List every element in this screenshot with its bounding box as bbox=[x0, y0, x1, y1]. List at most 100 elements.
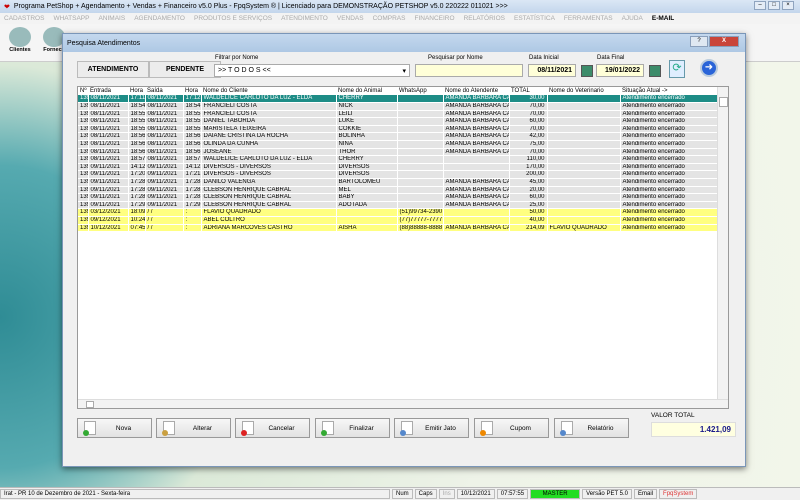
table-row[interactable]: 1394508/11/202118:5508/11/202118:55MARIS… bbox=[78, 125, 719, 134]
minimize-button[interactable]: – bbox=[754, 1, 766, 10]
relat-rio-button[interactable]: Relatório bbox=[554, 418, 629, 438]
horizontal-scrollbar[interactable] bbox=[78, 399, 728, 408]
menu-item[interactable]: VENDAS bbox=[337, 15, 364, 22]
table-cell: Atendimento encerrado bbox=[620, 125, 719, 134]
tab-pendente[interactable]: PENDENTE bbox=[149, 61, 221, 78]
table-cell bbox=[397, 132, 444, 142]
menu-item[interactable]: AGENDAMENTO bbox=[134, 15, 185, 22]
table-cell: 09/11/2021 bbox=[88, 186, 129, 195]
filter-select[interactable]: >> T O D O S << ▾ bbox=[214, 64, 410, 77]
table-cell: 09/11/2021 bbox=[145, 170, 184, 180]
table-cell bbox=[443, 155, 510, 164]
date-end-field[interactable]: 19/01/2022 bbox=[596, 64, 644, 77]
date-start-field[interactable]: 08/11/2021 bbox=[528, 64, 576, 77]
vertical-scrollbar[interactable] bbox=[717, 87, 728, 400]
menu-item[interactable]: FINANCEIRO bbox=[414, 15, 454, 22]
table-cell: 13955 bbox=[78, 193, 89, 202]
nova-button[interactable]: Nova bbox=[77, 418, 152, 438]
tab-atendimento[interactable]: ATENDIMENTO bbox=[77, 61, 149, 78]
menu-item[interactable]: AJUDA bbox=[622, 15, 643, 22]
maximize-button[interactable]: □ bbox=[768, 1, 780, 10]
total-label: VALOR TOTAL bbox=[651, 412, 695, 419]
refresh-icon[interactable]: ⟳ bbox=[669, 60, 685, 78]
table-row[interactable]: 1395109/11/202114:1209/11/202114:12DIVER… bbox=[78, 163, 719, 172]
table-row[interactable]: 1394708/11/202118:5608/11/202118:56OLIND… bbox=[78, 140, 719, 149]
dialog-close-button[interactable]: X bbox=[709, 36, 739, 47]
column-header[interactable]: Hora bbox=[183, 87, 201, 95]
email-button[interactable]: Email bbox=[634, 489, 658, 499]
column-header[interactable]: Entrada bbox=[88, 87, 128, 95]
column-header[interactable]: Hora bbox=[128, 87, 145, 95]
column-header[interactable]: Saída bbox=[145, 87, 183, 95]
help-button[interactable]: ? bbox=[690, 36, 708, 47]
table-cell bbox=[397, 95, 444, 104]
column-header[interactable]: Nome do Veterinario bbox=[547, 87, 620, 95]
table-cell bbox=[397, 140, 444, 149]
emitir-jato-button[interactable]: Emitir Jato bbox=[394, 418, 469, 438]
table-cell: 18:09 bbox=[128, 208, 146, 217]
column-header[interactable]: Nome do Cliente bbox=[201, 87, 336, 95]
menu-item[interactable]: PRODUTOS E SERVIÇOS bbox=[194, 15, 272, 22]
toolbar-clientes-button[interactable]: Clientes bbox=[6, 27, 34, 57]
table-row[interactable]: 1394308/11/202118:5508/11/202118:55FRANC… bbox=[78, 110, 719, 119]
menu-item[interactable]: CADASTROS bbox=[4, 15, 44, 22]
table-cell: AMANDA BARBARA CA bbox=[443, 178, 510, 187]
arrow-right-icon[interactable]: ➜ bbox=[700, 59, 718, 77]
table-cell bbox=[547, 201, 621, 210]
table-row[interactable]: 1394908/11/202118:5708/11/202118:57WALDE… bbox=[78, 155, 719, 164]
table-row[interactable]: 1395809/12/202110:24 / /:ABEL COLTRO (77)… bbox=[78, 216, 719, 225]
table-row[interactable]: 1395209/11/202117:2009/11/202117:21DIVER… bbox=[78, 170, 719, 180]
table-row[interactable]: 1395609/11/202117:2909/11/202117:29CLEBS… bbox=[78, 201, 719, 210]
menu-item[interactable]: RELATÓRIOS bbox=[464, 15, 505, 22]
document-icon bbox=[241, 421, 254, 436]
table-cell: 09/11/2021 bbox=[88, 170, 129, 180]
menu-item[interactable]: E-MAIL bbox=[652, 15, 674, 22]
table-cell: BOLINHA bbox=[336, 132, 398, 142]
column-header[interactable]: Nome do Animal bbox=[336, 87, 397, 95]
dialog-title-bar: Pesquisa Atendimentos ? X bbox=[63, 34, 745, 52]
table-row[interactable]: 1395509/11/202117:2809/11/202117:28CLEBS… bbox=[78, 193, 719, 202]
table-cell: 13951 bbox=[78, 163, 89, 172]
search-input[interactable] bbox=[415, 64, 523, 77]
table-row[interactable]: 1394608/11/202118:5608/11/202118:56DAIAN… bbox=[78, 132, 719, 142]
table-cell: 18:55 bbox=[128, 125, 146, 134]
table-cell: 10/12/2021 bbox=[88, 224, 129, 233]
table-row[interactable]: 1394808/11/202118:5608/11/202118:56JOSEA… bbox=[78, 148, 719, 157]
search-label: Pesquisar por Nome bbox=[428, 55, 483, 61]
menu-item[interactable]: ATENDIMENTO bbox=[281, 15, 328, 22]
calendar-icon[interactable] bbox=[649, 65, 661, 77]
calendar-icon[interactable] bbox=[581, 65, 593, 77]
table-row[interactable]: 1394408/11/202118:5508/11/202118:55DANIE… bbox=[78, 117, 719, 126]
table-cell: Atendimento encerrado bbox=[620, 201, 719, 210]
table-cell: DIVERSOS bbox=[336, 170, 398, 180]
table-cell: 42,00 bbox=[509, 132, 548, 142]
cancelar-button[interactable]: Cancelar bbox=[235, 418, 310, 438]
column-header[interactable]: Situação Atual -> bbox=[620, 87, 718, 95]
table-cell bbox=[547, 163, 621, 172]
search-dialog: Pesquisa Atendimentos ? X ATENDIMENTO PEN… bbox=[62, 33, 746, 467]
table-row[interactable]: 1394108/11/202117:1108/11/202117:12WALDE… bbox=[78, 95, 719, 104]
column-header[interactable]: Nº bbox=[78, 87, 88, 95]
close-button[interactable]: × bbox=[782, 1, 794, 10]
table-cell: 09/11/2021 bbox=[145, 186, 184, 195]
menu-item[interactable]: WHATSAPP bbox=[53, 15, 89, 22]
table-cell: DIVERSOS bbox=[336, 163, 398, 172]
table-row[interactable]: 1394208/11/202118:5408/11/202118:54FRANC… bbox=[78, 102, 719, 111]
column-header[interactable]: WhatsApp bbox=[397, 87, 443, 95]
alterar-button[interactable]: Alterar bbox=[156, 418, 231, 438]
cupom-button[interactable]: Cupom bbox=[474, 418, 549, 438]
menu-item[interactable]: ESTATÍSTICA bbox=[514, 15, 555, 22]
menu-item[interactable]: FERRAMENTAS bbox=[564, 15, 613, 22]
table-row[interactable]: 1395409/11/202117:2809/11/202117:28CLEBS… bbox=[78, 186, 719, 195]
table-row[interactable]: 1395703/12/202118:09 / /:FLAVIO QUADRADO… bbox=[78, 208, 719, 217]
table-cell: / / bbox=[145, 216, 184, 225]
table-row[interactable]: 1395910/12/202107:45 / /:ADRIANA MARCOVE… bbox=[78, 224, 719, 233]
table-cell: 08/11/2021 bbox=[88, 148, 129, 157]
column-header[interactable]: TOTAL bbox=[509, 87, 547, 95]
table-row[interactable]: 1395309/11/202117:2809/11/202117:28DANIL… bbox=[78, 178, 719, 187]
column-header[interactable]: Nome do Atendente bbox=[443, 87, 509, 95]
menu-item[interactable]: ANIMAIS bbox=[98, 15, 125, 22]
table-cell: 18:55 bbox=[183, 125, 202, 134]
finalizar-button[interactable]: Finalizar bbox=[315, 418, 390, 438]
menu-item[interactable]: COMPRAS bbox=[373, 15, 406, 22]
